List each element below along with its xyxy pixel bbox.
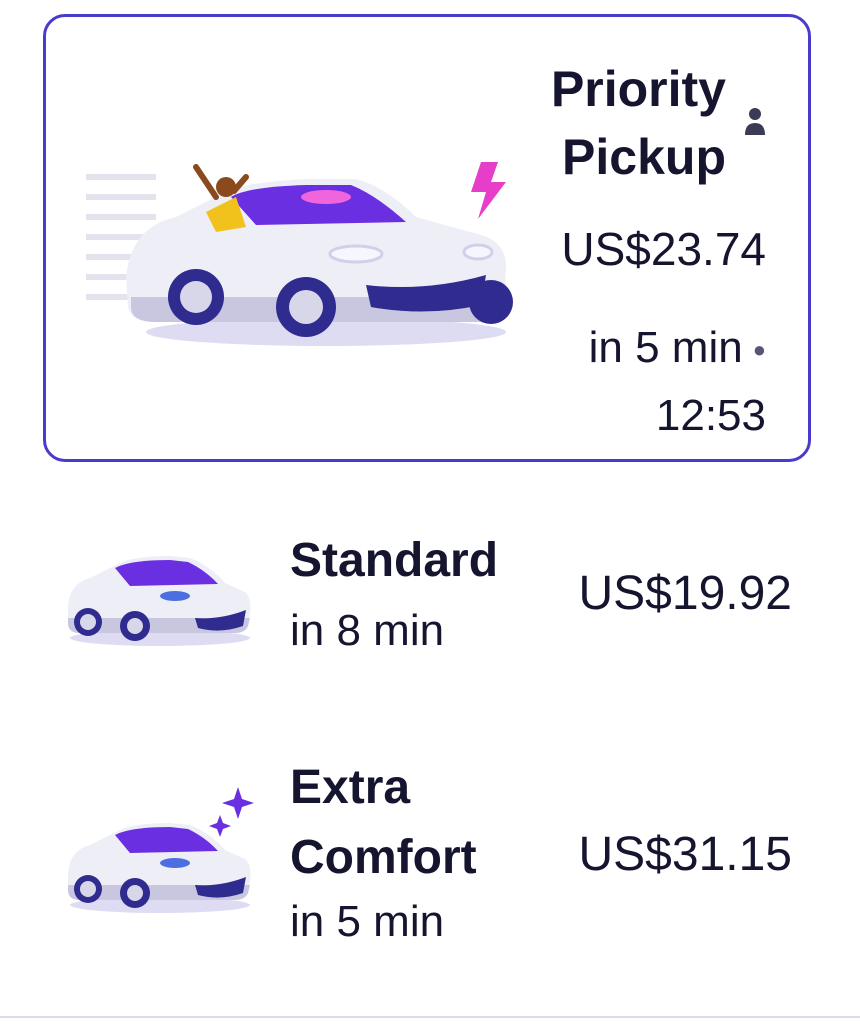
extra-comfort-car-illustration <box>68 787 254 913</box>
sparkle-icon <box>222 787 254 819</box>
standard-eta: in 8 min <box>290 606 445 655</box>
extra-comfort-name-line1: Extra <box>290 761 411 814</box>
extra-comfort-eta: in 5 min <box>290 897 445 946</box>
divider <box>0 1016 860 1018</box>
standard-name: Standard <box>290 526 498 596</box>
priority-price: US$23.74 <box>561 223 766 275</box>
separator-dot: ● <box>752 337 766 363</box>
priority-time: 12:53 <box>655 391 766 441</box>
priority-eta: in 5 min ● 12:53 <box>589 315 766 449</box>
priority-pickup-card[interactable]: Priority Pickup US$23.74 in 5 min ● 12:53 <box>43 14 811 462</box>
standard-price: US$19.92 <box>578 567 793 620</box>
ride-option-extra-comfort[interactable]: Extra Comfort in 5 min US$31.15 <box>0 755 860 955</box>
priority-title-line2: Pickup <box>562 129 726 185</box>
extra-comfort-name: Extra Comfort <box>290 753 477 893</box>
extra-comfort-name-line2: Comfort <box>290 831 477 884</box>
standard-name-text: Standard <box>290 534 499 587</box>
standard-car-illustration <box>68 556 251 646</box>
priority-title-line1: Priority <box>550 61 726 117</box>
lightning-icon <box>471 162 506 219</box>
ride-option-standard[interactable]: Standard in 8 min US$19.92 <box>0 520 860 670</box>
person-icon <box>745 108 765 135</box>
extra-comfort-price: US$31.15 <box>578 828 793 881</box>
priority-title: Priority Pickup <box>551 55 726 191</box>
priority-car-illustration <box>86 162 513 346</box>
priority-eta-text: in 5 min <box>588 323 743 372</box>
